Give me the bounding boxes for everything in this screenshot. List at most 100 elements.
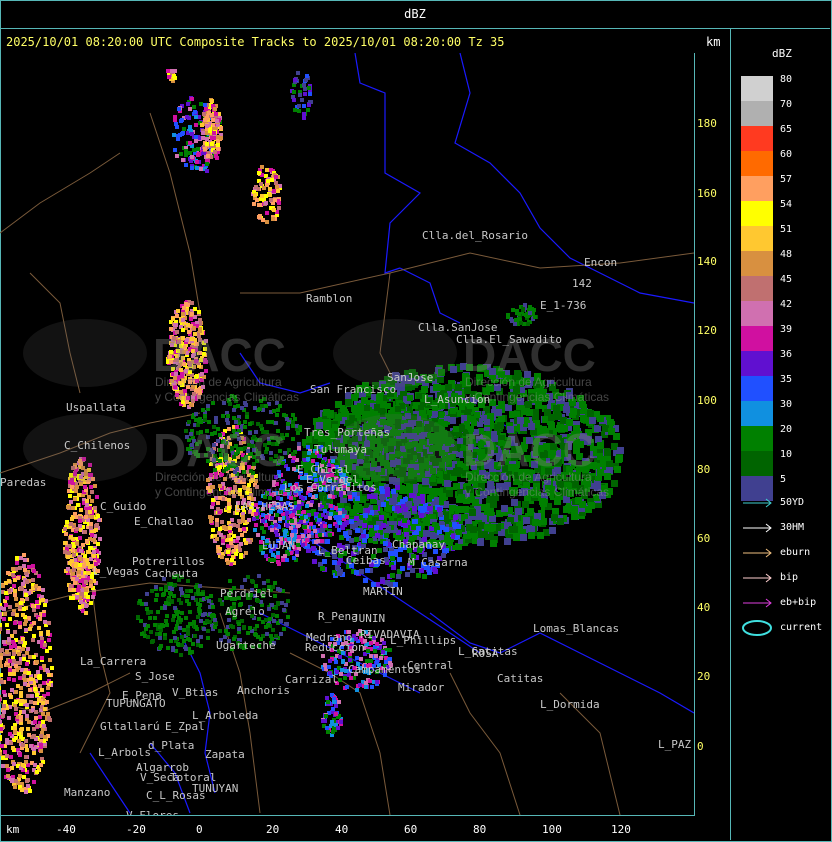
legend-swatch-51 (741, 226, 773, 251)
track-arrow-icon (743, 523, 772, 533)
place-label: Los Corralitos (284, 481, 377, 494)
place-label: ROSA (472, 647, 499, 660)
legend-swatch-42 (741, 301, 773, 326)
composite-tracks-header: 2025/10/01 08:20:00 UTC Composite Tracks… (6, 35, 505, 49)
watermark-subtitle: Dirección de Agricultura (465, 375, 592, 389)
place-label: L_Arbols (98, 746, 151, 759)
legend-title: dBZ (772, 47, 792, 60)
radar-map-canvas: DACCDirección de Agriculturay Contingenc… (0, 53, 694, 815)
legend-swatch-39 (741, 326, 773, 351)
y-tick-label: 40 (697, 601, 711, 614)
y-tick-label: 0 (697, 740, 704, 753)
track-label: eb+bip (780, 597, 817, 608)
track-arrow-icon (743, 573, 772, 583)
legend-swatch-70 (741, 101, 773, 126)
place-label: TUPUNGATO (106, 697, 166, 710)
place-label: V_Btias (172, 686, 218, 699)
legend-swatch-45 (741, 276, 773, 301)
place-label: C_Chilenos (64, 439, 130, 452)
watermark-subtitle: y Contingencias Climáticas (155, 485, 299, 499)
radar-map[interactable]: DACC Dirección de Agricultura y Contingenc… (0, 53, 695, 816)
legend-swatch-57 (741, 176, 773, 201)
place-label: M_Casarna (408, 556, 468, 569)
track-label: 30HM (780, 522, 805, 533)
place-label: San Francisco (310, 383, 396, 396)
watermark-subtitle: y Contingencias Climáticas (465, 485, 609, 499)
legend-swatch-80 (741, 76, 773, 101)
legend-swatch-54 (741, 201, 773, 226)
track-label: 50YD (780, 497, 805, 508)
legend-label: 65 (780, 124, 793, 135)
y-tick-label: 100 (697, 394, 717, 407)
place-label: Tulumaya (314, 443, 367, 456)
watermark-brand: DACC (153, 424, 286, 476)
place-label: Zapata (205, 748, 245, 761)
place-label: d_Plata (148, 739, 194, 752)
place-label: LUJAN (262, 539, 295, 552)
x-tick-label: 40 (335, 823, 349, 836)
place-label: Agrelo (225, 605, 265, 618)
place-label: Ramblon (306, 292, 352, 305)
place-label: 142 (572, 277, 592, 290)
place-label: Chapanay (392, 538, 445, 551)
legend-swatch-65 (741, 126, 773, 151)
place-label: MARTIN (363, 585, 403, 598)
km-unit-label: km (706, 35, 721, 49)
track-label: bip (780, 572, 799, 583)
panel-divider (730, 28, 731, 840)
place-label: Clla.El_Sawadito (456, 333, 562, 346)
place-label: E_1-736 (540, 299, 586, 312)
track-arrow-icon (743, 498, 772, 508)
legend-label: 45 (780, 274, 793, 285)
legend-label: 70 (780, 99, 793, 110)
y-tick-label: 60 (697, 532, 711, 545)
window-title: dBZ (0, 0, 830, 29)
legend-swatch-48 (741, 251, 773, 276)
watermark-brand: DACC (463, 424, 596, 476)
track-label: eburn (780, 547, 811, 558)
legend-label: 48 (780, 249, 793, 260)
legend-label: 5 (780, 474, 787, 485)
legend-label: 54 (780, 199, 793, 210)
place-label: C_L_Rosas (146, 789, 206, 802)
place-label: E_Challao (134, 515, 194, 528)
place-label: V_Flores (126, 809, 179, 815)
place-label: Encon (584, 256, 617, 269)
x-tick-label: -20 (126, 823, 146, 836)
legend-label: 57 (780, 174, 793, 185)
legend-swatch-60 (741, 151, 773, 176)
place-label: Lomas_Blancas (533, 622, 619, 635)
place-label: Perdriel (220, 587, 273, 600)
place-label: Paredas (0, 476, 46, 489)
legend-label: 39 (780, 324, 793, 335)
x-tick-label: 100 (542, 823, 562, 836)
track-label: current (780, 622, 823, 633)
place-label: L_Vegas (93, 565, 139, 578)
place-label: Mirador (398, 681, 445, 694)
legend-label: 80 (780, 74, 793, 85)
place-label: JUNIN (352, 612, 385, 625)
track-arrow-icon (743, 548, 772, 558)
legend-label: 42 (780, 299, 793, 310)
place-label: L_PAZ (658, 738, 691, 751)
current-ellipse-icon (742, 620, 772, 636)
place-label: Central (407, 659, 453, 672)
legend-swatch-20 (741, 426, 773, 451)
legend-swatch-35 (741, 376, 773, 401)
watermark-subtitle: Dirección de Agricultura (465, 470, 592, 484)
legend-label: 51 (780, 224, 793, 235)
watermark-subtitle: y Contingencias Climáticas (155, 390, 299, 404)
y-tick-label: 120 (697, 324, 717, 337)
place-label: La_Carrera (80, 655, 146, 668)
place-label: Anchoris (237, 684, 290, 697)
y-tick-label: 20 (697, 670, 711, 683)
x-tick-label: 120 (611, 823, 631, 836)
place-label: L_Asuncion (424, 393, 490, 406)
legend-label: 20 (780, 424, 793, 435)
place-label: Tres_Porteñas (304, 426, 390, 439)
legend-swatch-10 (741, 451, 773, 476)
legend-label: 36 (780, 349, 793, 360)
place-label: Clla.del_Rosario (422, 229, 528, 242)
place-label: Ceibas (346, 554, 386, 567)
km-axis-label: km (6, 823, 20, 836)
